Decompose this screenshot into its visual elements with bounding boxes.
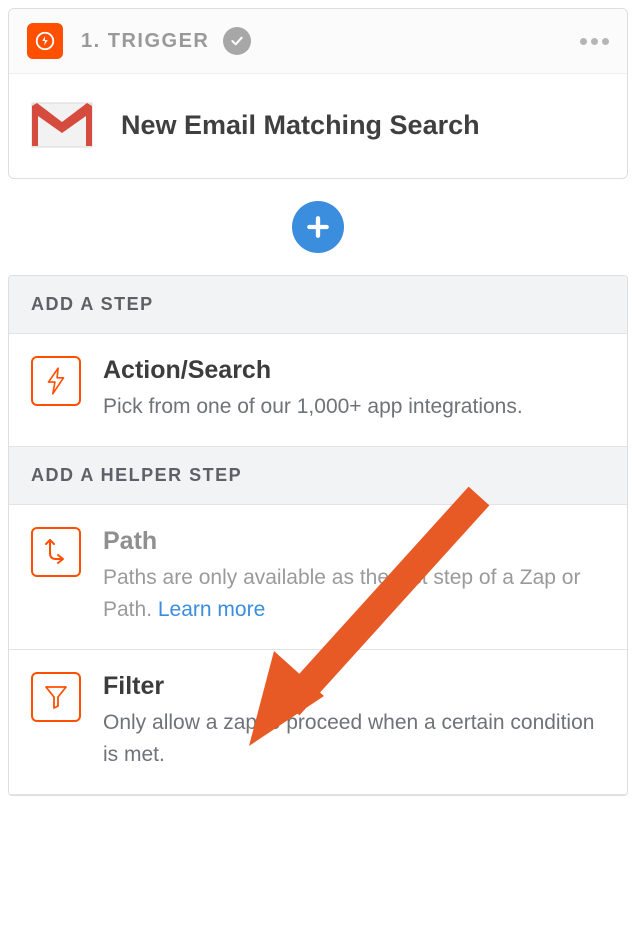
step-filter[interactable]: Filter Only allow a zap to proceed when … [9, 650, 627, 795]
trigger-step-label: 1. TRIGGER [81, 30, 209, 53]
more-menu-button[interactable] [580, 38, 609, 45]
step-filter-title: Filter [103, 672, 605, 701]
gmail-icon [31, 102, 93, 148]
add-step-header: ADD A STEP [9, 276, 627, 334]
trigger-header: 1. TRIGGER [9, 9, 627, 74]
step-path-title: Path [103, 527, 605, 556]
lightning-icon [31, 356, 81, 406]
funnel-icon [31, 672, 81, 722]
zapier-app-icon [27, 23, 63, 59]
path-icon [31, 527, 81, 577]
trigger-title: New Email Matching Search [121, 110, 480, 141]
add-button-wrap [8, 179, 628, 275]
add-helper-header: ADD A HELPER STEP [9, 447, 627, 505]
add-step-button[interactable] [292, 201, 344, 253]
check-icon [223, 27, 251, 55]
steps-panel: ADD A STEP Action/Search Pick from one o… [8, 275, 628, 796]
step-path-desc: Paths are only available as the last ste… [103, 562, 605, 627]
trigger-body[interactable]: New Email Matching Search [9, 74, 627, 178]
trigger-card: 1. TRIGGER New Email Matching Search [8, 8, 628, 179]
step-action-search[interactable]: Action/Search Pick from one of our 1,000… [9, 334, 627, 447]
step-action-desc: Pick from one of our 1,000+ app integrat… [103, 391, 605, 424]
step-filter-desc: Only allow a zap to proceed when a certa… [103, 707, 605, 772]
step-action-title: Action/Search [103, 356, 605, 385]
step-path[interactable]: Path Paths are only available as the las… [9, 505, 627, 650]
learn-more-link[interactable]: Learn more [158, 598, 265, 621]
